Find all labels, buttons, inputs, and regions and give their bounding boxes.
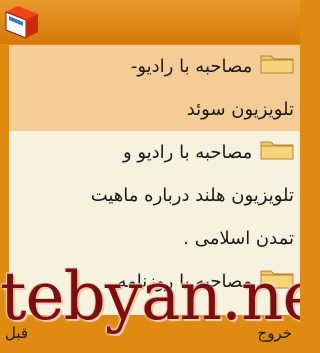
softkey-bar: قبل خروج (0, 320, 300, 353)
folder-icon (260, 55, 294, 74)
list-item[interactable]: مصاحبه با رادیو- تلویزیون سوئد (9, 45, 300, 131)
item-title-line: مصاحبه با رادیو و (122, 142, 253, 163)
item-title-line: مصاحبه با رادیو- (130, 56, 253, 77)
list-item[interactable]: مصاحبه با رادیو و تلویزیون هلند درباره م… (9, 131, 300, 260)
back-softkey[interactable]: قبل (5, 324, 28, 342)
item-title-line: تمدن اسلامی . (183, 228, 294, 249)
title-bar (0, 0, 300, 44)
item-title-line: تلویزیون هلند درباره ماهیت (90, 185, 294, 206)
exit-softkey[interactable]: خروج (258, 324, 292, 342)
books-icon (5, 6, 38, 39)
folder-icon (260, 141, 294, 160)
app-screen: مصاحبه با رادیو- تلویزیون سوئد مصاحبه با… (0, 0, 300, 353)
item-title-line: تلویزیون سوئد (186, 99, 294, 120)
